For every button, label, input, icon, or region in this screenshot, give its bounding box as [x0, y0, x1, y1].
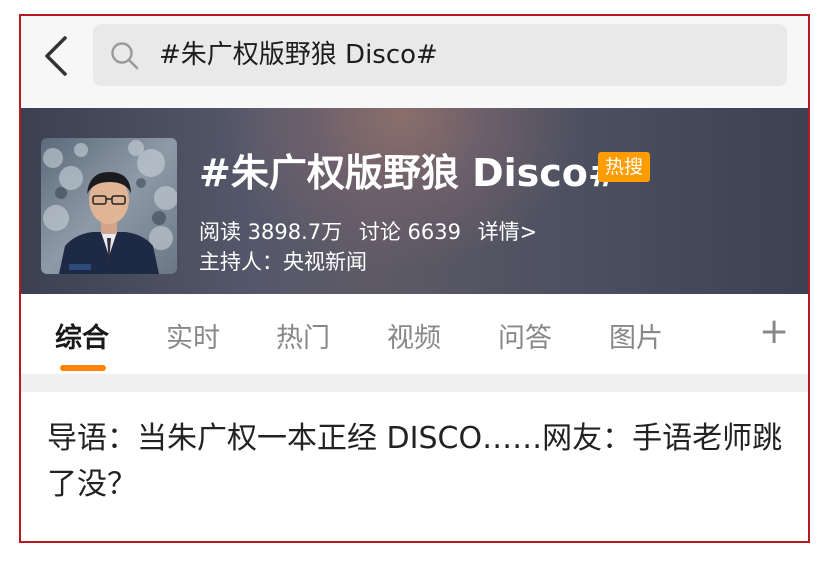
magnifier-icon — [111, 42, 139, 70]
tab-comprehensive[interactable]: 综合 — [55, 316, 109, 355]
back-button[interactable] — [39, 34, 73, 78]
discussion-count: 讨论 6639 — [358, 220, 461, 244]
anchor-image — [41, 138, 177, 274]
topic-stats: 阅读 3898.7万 讨论 6639 详情> — [199, 216, 547, 246]
add-tab-button[interactable]: + — [759, 312, 789, 352]
details-link[interactable]: 详情> — [478, 220, 538, 244]
search-query[interactable]: #朱广权版野狼 Disco# — [159, 24, 438, 86]
section-divider — [21, 374, 808, 392]
read-count: 阅读 3898.7万 — [199, 220, 343, 244]
search-header: #朱广权版野狼 Disco# — [21, 16, 808, 108]
chevron-left-icon — [45, 36, 67, 76]
topic-thumbnail[interactable] — [41, 138, 177, 274]
search-box[interactable]: #朱广权版野狼 Disco# — [93, 24, 787, 86]
hot-search-badge: 热搜 — [598, 152, 650, 182]
screenshot-frame: #朱广权版野狼 Disco# #朱广权版野狼 Disco# 热搜 阅读 3898… — [19, 14, 810, 543]
tab-video[interactable]: 视频 — [387, 316, 441, 355]
topic-banner: #朱广权版野狼 Disco# 热搜 阅读 3898.7万 讨论 6639 详情>… — [21, 108, 808, 294]
tab-hot[interactable]: 热门 — [276, 316, 330, 355]
topic-intro: 导语：当朱广权一本正经 DISCO……网友：手语老师跳了没？ — [47, 421, 783, 502]
topic-host[interactable]: 主持人：央视新闻 — [199, 246, 367, 276]
topic-title: #朱广权版野狼 Disco# — [199, 151, 620, 195]
tab-realtime[interactable]: 实时 — [166, 316, 220, 355]
tab-bar: 综合 实时 热门 视频 问答 图片 + — [21, 294, 808, 374]
active-tab-indicator — [60, 365, 106, 371]
tab-images[interactable]: 图片 — [609, 316, 663, 355]
tab-qa[interactable]: 问答 — [498, 316, 552, 355]
